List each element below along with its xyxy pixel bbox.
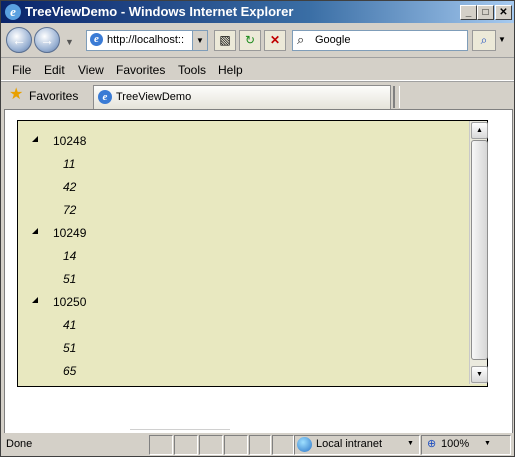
- tree-node-label[interactable]: 10248: [53, 134, 86, 148]
- search-options-dropdown-icon[interactable]: ▼: [496, 30, 508, 49]
- search-icon[interactable]: ⌕: [472, 30, 496, 51]
- tree-child-item[interactable]: 51: [63, 341, 76, 364]
- vertical-scrollbar[interactable]: ▲ ▼: [469, 121, 488, 384]
- address-url[interactable]: http://localhost::: [107, 34, 191, 46]
- tree-view[interactable]: ▲ ▼ 10248 11 42 72 10249 14 51 10250 41 51 65: [17, 120, 488, 387]
- menu-view[interactable]: View: [78, 63, 104, 77]
- zone-dropdown-icon[interactable]: ▼: [407, 440, 414, 447]
- menu-file[interactable]: File: [12, 63, 31, 77]
- search-provider-icon: ⌕: [297, 32, 305, 47]
- ie-logo-icon: e: [5, 4, 21, 20]
- tree-node-label[interactable]: 10249: [53, 226, 86, 240]
- tree-node-label[interactable]: 10250: [53, 295, 86, 309]
- refresh-icon[interactable]: ↻: [239, 30, 261, 51]
- divider: [130, 429, 230, 430]
- status-panel: [199, 435, 223, 455]
- title-bar[interactable]: e TreeViewDemo - Windows Internet Explor…: [1, 1, 514, 23]
- tree-node[interactable]: 10250: [18, 292, 458, 315]
- forward-arrow-icon[interactable]: →: [34, 27, 60, 53]
- globe-icon: [297, 437, 312, 452]
- expand-collapse-icon[interactable]: [32, 297, 38, 303]
- zoom-level[interactable]: 100%: [441, 438, 469, 450]
- tree-child-item[interactable]: 14: [63, 249, 76, 272]
- history-dropdown-icon[interactable]: ▼: [65, 37, 74, 47]
- tree-node[interactable]: 10248: [18, 131, 458, 154]
- address-dropdown-icon[interactable]: ▼: [192, 31, 207, 50]
- tab-title[interactable]: TreeViewDemo: [116, 91, 191, 103]
- minimize-button[interactable]: _: [460, 5, 477, 20]
- zoom-icon: ⊕: [427, 438, 437, 450]
- tree-child-item[interactable]: 65: [63, 364, 76, 387]
- address-toolbar: ← → ▼ e http://localhost:: ▼ ▧ ↻ ✕ ⌕ Goo…: [1, 23, 514, 58]
- status-panel: [224, 435, 248, 455]
- tab-treeviewdemo[interactable]: e TreeViewDemo: [93, 85, 391, 109]
- status-bar: Done Local intranet ▼ ⊕ 100% ▼: [1, 433, 514, 456]
- maximize-button[interactable]: □: [477, 5, 494, 20]
- expand-collapse-icon[interactable]: [32, 136, 38, 142]
- tab-separator: [393, 86, 400, 108]
- page-icon: e: [90, 33, 103, 46]
- scroll-up-icon[interactable]: ▲: [471, 122, 488, 139]
- status-panel: [249, 435, 271, 455]
- close-button[interactable]: ✕: [495, 5, 512, 20]
- status-panel: [174, 435, 198, 455]
- tab-page-icon: e: [98, 90, 112, 104]
- scroll-down-icon[interactable]: ▼: [471, 366, 488, 383]
- search-placeholder[interactable]: Google: [315, 34, 350, 46]
- page-content: ▲ ▼ 10248 11 42 72 10249 14 51 10250 41 51 65: [4, 109, 513, 434]
- favorites-button[interactable]: Favorites: [29, 89, 78, 103]
- zoom-dropdown-icon[interactable]: ▼: [484, 440, 491, 447]
- menu-bar: File Edit View Favorites Tools Help: [1, 58, 514, 81]
- menu-favorites[interactable]: Favorites: [116, 63, 165, 77]
- tree-node[interactable]: 10249: [18, 223, 458, 246]
- star-icon[interactable]: ★: [9, 87, 23, 103]
- expand-collapse-icon[interactable]: [32, 228, 38, 234]
- status-panel: [272, 435, 294, 455]
- tree-child-item[interactable]: 42: [63, 180, 76, 203]
- compatibility-icon[interactable]: ▧: [214, 30, 236, 51]
- tree-child-item[interactable]: 41: [63, 318, 76, 341]
- back-arrow-icon[interactable]: ←: [6, 27, 32, 53]
- stop-icon[interactable]: ✕: [264, 30, 286, 51]
- menu-tools[interactable]: Tools: [178, 63, 206, 77]
- status-text: Done: [6, 438, 33, 450]
- address-field[interactable]: e http://localhost:: ▼: [86, 30, 208, 51]
- browser-window: e TreeViewDemo - Windows Internet Explor…: [0, 0, 515, 457]
- scroll-thumb[interactable]: [471, 140, 488, 360]
- favorites-bar: ★ Favorites e TreeViewDemo: [1, 81, 514, 110]
- menu-help[interactable]: Help: [218, 63, 243, 77]
- search-field[interactable]: ⌕ Google: [292, 30, 468, 51]
- status-panel: [149, 435, 173, 455]
- security-zone[interactable]: Local intranet: [316, 438, 382, 450]
- tree-child-item[interactable]: 11: [63, 157, 75, 180]
- window-title: TreeViewDemo - Windows Internet Explorer: [25, 4, 294, 19]
- menu-edit[interactable]: Edit: [44, 63, 65, 77]
